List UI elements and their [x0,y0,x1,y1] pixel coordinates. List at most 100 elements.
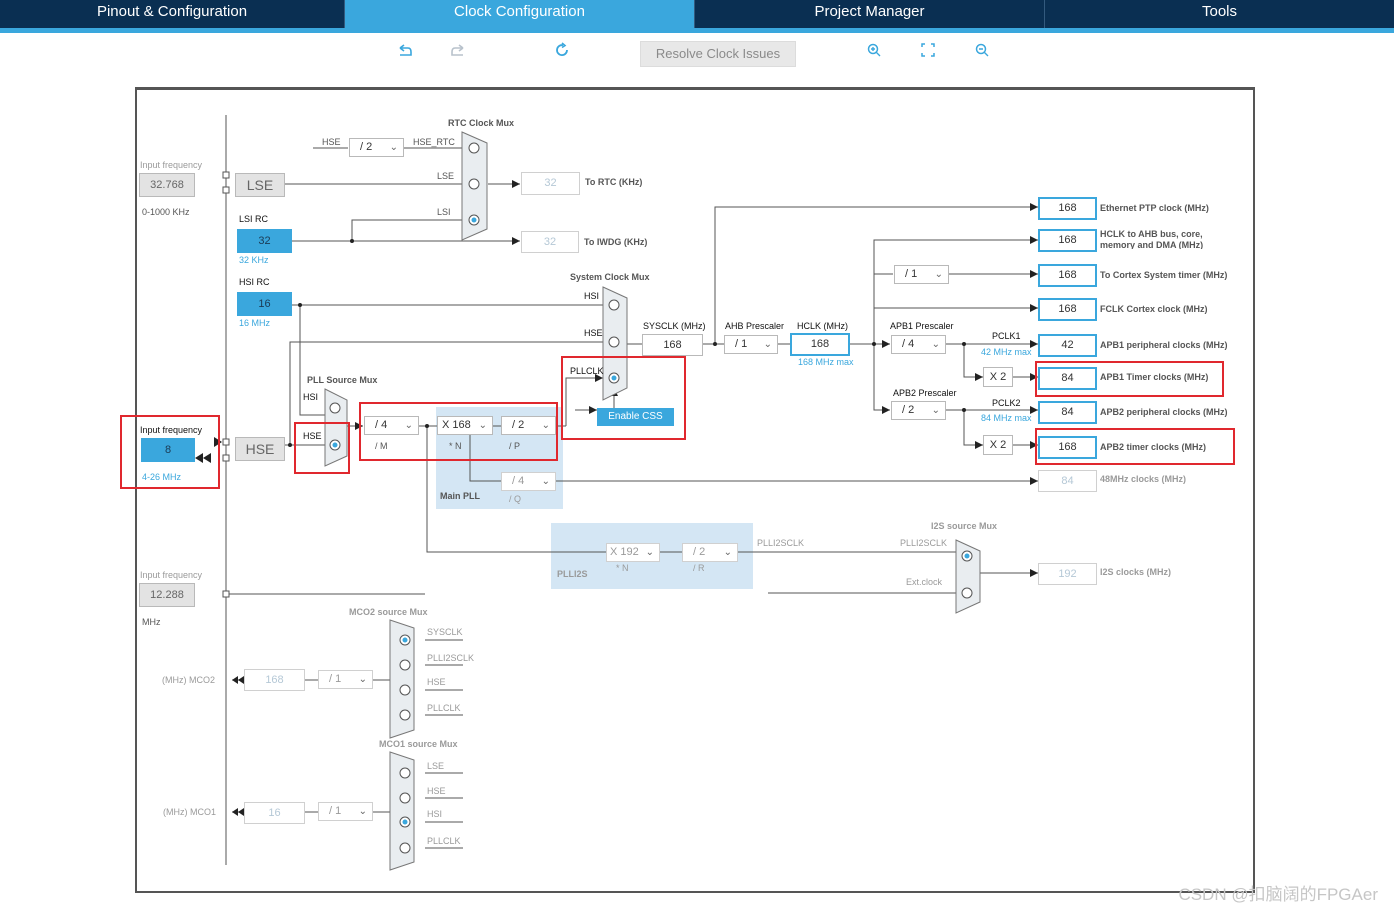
redo-icon[interactable] [447,42,469,64]
tab-tools[interactable]: Tools [1045,0,1394,28]
hclk-ahb-label-line2: memory and DMA (MHz) [1100,240,1204,249]
hse-range: 4-26 MHz [142,472,182,482]
zoom-in-icon[interactable] [863,42,885,64]
chevron-down-icon: ⌄ [645,547,654,558]
pclk2-label: PCLK2 [992,398,1021,408]
main-pll-title: Main PLL [440,491,480,501]
mco1-input-lse: LSE [427,761,445,771]
mco2-input-sysclk: SYSCLK [427,627,463,637]
sysclk-value: 168 [642,334,703,356]
apb2-timer-multiplier: X 2 [983,435,1013,455]
iwdg-output-label: To IWDG (KHz) [584,237,648,247]
ahb-prescaler-select[interactable]: / 1 ⌄ [724,335,778,354]
pll-p-label: / P [509,441,521,451]
chevron-down-icon: ⌄ [931,405,940,416]
pll-p-select[interactable]: / 2 ⌄ [501,416,556,435]
apb1-timer-field[interactable]: 84 [1038,367,1097,390]
mco2-field: 168 [244,669,305,691]
ahb-prescaler-label: AHB Prescaler [725,321,785,331]
pll-n-select[interactable]: X 168 ⌄ [437,416,493,435]
tab-project-manager[interactable]: Project Manager [695,0,1045,28]
cortex-timer-divider-select[interactable]: / 1 ⌄ [894,265,949,284]
lsi-value: 32 [237,229,292,253]
mco2-input-plli2sclk: PLLI2SCLK [427,653,475,663]
mco1-label: (MHz) MCO1 [163,807,216,817]
apb1-prescaler-label: APB1 Prescaler [890,321,954,331]
ethernet-ptp-clock-field[interactable]: 168 [1038,197,1097,220]
chevron-down-icon: ⌄ [541,476,550,487]
chevron-down-icon: ⌄ [931,339,940,350]
tab-bar: Pinout & Configuration Clock Configurati… [0,0,1394,33]
lsi-unit: 32 KHz [239,255,269,265]
pll-mux-hsi-label: HSI [303,392,319,402]
apb2-timer-label: APB2 timer clocks (MHz) [1100,442,1207,452]
mco2-input-hse: HSE [427,677,446,687]
tab-pinout[interactable]: Pinout & Configuration [0,0,345,28]
apb1-timer-label: APB1 Timer clocks (MHz) [1100,372,1209,382]
pll-mux-title: PLL Source Mux [307,375,378,385]
pll-q-select[interactable]: / 4 ⌄ [501,472,556,491]
tab-clock-configuration[interactable]: Clock Configuration [345,0,695,28]
mco1-mux-title: MCO1 source Mux [379,739,458,749]
chevron-down-icon: ⌄ [358,674,367,685]
apb1-prescaler-select[interactable]: / 4 ⌄ [891,335,946,354]
cortex-timer-field[interactable]: 168 [1038,264,1097,287]
apb2-timer-field[interactable]: 168 [1038,436,1097,459]
sysmux-pllclk-label: PLLCLK [570,366,604,376]
hse-block: HSE [235,437,285,461]
chevron-down-icon: ⌄ [358,806,367,817]
lse-block: LSE [235,173,285,197]
fit-screen-icon[interactable] [917,42,939,64]
mco2-divider-select[interactable]: / 1 ⌄ [318,670,373,689]
hclk-field[interactable]: 168 [790,333,850,356]
mco2-input-pllclk: PLLCLK [427,703,461,713]
clock-48mhz-label: 48MHz clocks (MHz) [1100,474,1187,484]
enable-css-button[interactable]: Enable CSS [597,408,674,426]
lse-input-label: Input frequency [140,160,203,170]
ethernet-ptp-clock-label: Ethernet PTP clock (MHz) [1100,203,1209,213]
rtc-output-label: To RTC (KHz) [585,177,643,187]
resolve-clock-issues-button[interactable]: Resolve Clock Issues [640,41,796,67]
sysclk-label: SYSCLK (MHz) [643,321,706,331]
mco1-input-pllclk: PLLCLK [427,836,461,846]
zoom-out-icon[interactable] [971,42,993,64]
pll-mux-hse-label: HSE [303,431,322,441]
refresh-icon[interactable] [551,42,573,64]
i2s-input-label: Input frequency [140,570,203,580]
hclk-ahb-field[interactable]: 168 [1038,229,1097,252]
mco1-input-hsi: HSI [427,809,443,819]
rtc-lse-label: LSE [437,171,455,181]
apb1-peripheral-field[interactable]: 42 [1038,334,1097,357]
cortex-timer-label: To Cortex System timer (MHz) [1100,270,1228,280]
undo-icon[interactable] [394,42,416,64]
apb2-prescaler-select[interactable]: / 2 ⌄ [891,401,946,420]
lse-frequency-field[interactable]: 32.768 [139,173,195,197]
hse-frequency-field[interactable]: 8 [141,438,195,462]
rtc-divider-select[interactable]: / 2 ⌄ [349,138,404,157]
chevron-down-icon: ⌄ [763,339,772,350]
hclk-label: HCLK (MHz) [797,321,848,331]
hsi-title: HSI RC [239,277,270,287]
i2s-mux-pll-label: PLLI2SCLK [900,538,948,548]
apb1-timer-multiplier: X 2 [983,367,1013,387]
i2s-mux-ext-label: Ext.clock [906,577,943,587]
apb2-prescaler-label: APB2 Prescaler [893,388,957,398]
plli2s-n-select[interactable]: X 192 ⌄ [606,543,660,562]
fclk-field[interactable]: 168 [1038,298,1097,321]
pll-m-label: / M [375,441,388,451]
mco1-input-hse: HSE [427,786,446,796]
mco1-divider-select[interactable]: / 1 ⌄ [318,802,373,821]
chevron-down-icon: ⌄ [541,420,550,431]
apb2-peripheral-field[interactable]: 84 [1038,401,1097,424]
chevron-down-icon: ⌄ [723,547,732,558]
chevron-down-icon: ⌄ [404,420,413,431]
iwdg-output-field: 32 [521,231,579,253]
pclk1-max: 42 MHz max [981,347,1032,357]
lse-range: 0-1000 KHz [142,207,190,217]
i2s-input-field[interactable]: 12.288 [139,583,195,607]
plli2s-r-select[interactable]: / 2 ⌄ [682,543,738,562]
i2s-mux-title: I2S source Mux [931,521,998,531]
rtc-lsi-label: LSI [437,207,451,217]
hsi-unit: 16 MHz [239,318,271,328]
pll-m-select[interactable]: / 4 ⌄ [364,416,419,435]
